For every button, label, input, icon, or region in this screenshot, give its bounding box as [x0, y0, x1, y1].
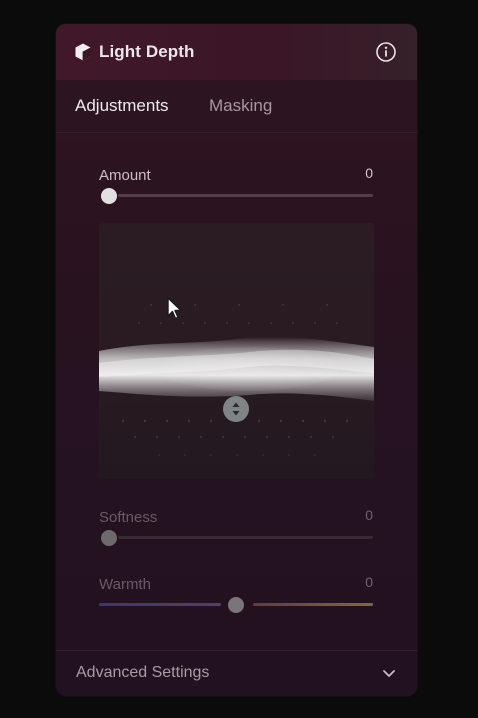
advanced-settings-row[interactable]: Advanced Settings [56, 650, 417, 696]
panel-tabs: Adjustments Masking [56, 80, 417, 133]
warmth-value: 0 [365, 574, 373, 590]
amount-slider-thumb[interactable] [101, 188, 117, 204]
tab-adjustments[interactable]: Adjustments [75, 96, 169, 116]
warmth-slider-thumb[interactable] [228, 597, 244, 613]
softness-label: Softness [99, 509, 158, 526]
light-depth-cube-icon [75, 43, 91, 61]
amount-label: Amount [99, 167, 151, 184]
tab-masking[interactable]: Masking [209, 96, 272, 116]
softness-slider-track[interactable] [118, 536, 373, 539]
depth-preview-graphic [99, 304, 374, 479]
depth-position-handle[interactable] [223, 396, 249, 422]
depth-preview[interactable] [99, 223, 374, 479]
warmth-slider-track-cool[interactable] [99, 603, 221, 606]
warmth-label: Warmth [99, 576, 151, 593]
mouse-cursor-icon [167, 297, 182, 320]
amount-slider-track[interactable] [118, 194, 373, 197]
up-down-arrows-icon [232, 402, 240, 416]
panel-header: Light Depth [56, 24, 417, 80]
advanced-settings-label: Advanced Settings [76, 664, 210, 681]
amount-value: 0 [365, 165, 373, 181]
softness-slider-thumb[interactable] [101, 530, 117, 546]
softness-value: 0 [365, 507, 373, 523]
chevron-down-icon[interactable] [381, 665, 397, 681]
warmth-slider-track-warm[interactable] [253, 603, 373, 606]
light-depth-panel: Light Depth Adjustments Masking Amount 0 [56, 24, 417, 696]
panel-title: Light Depth [99, 42, 195, 61]
info-circle-icon[interactable] [375, 41, 397, 63]
